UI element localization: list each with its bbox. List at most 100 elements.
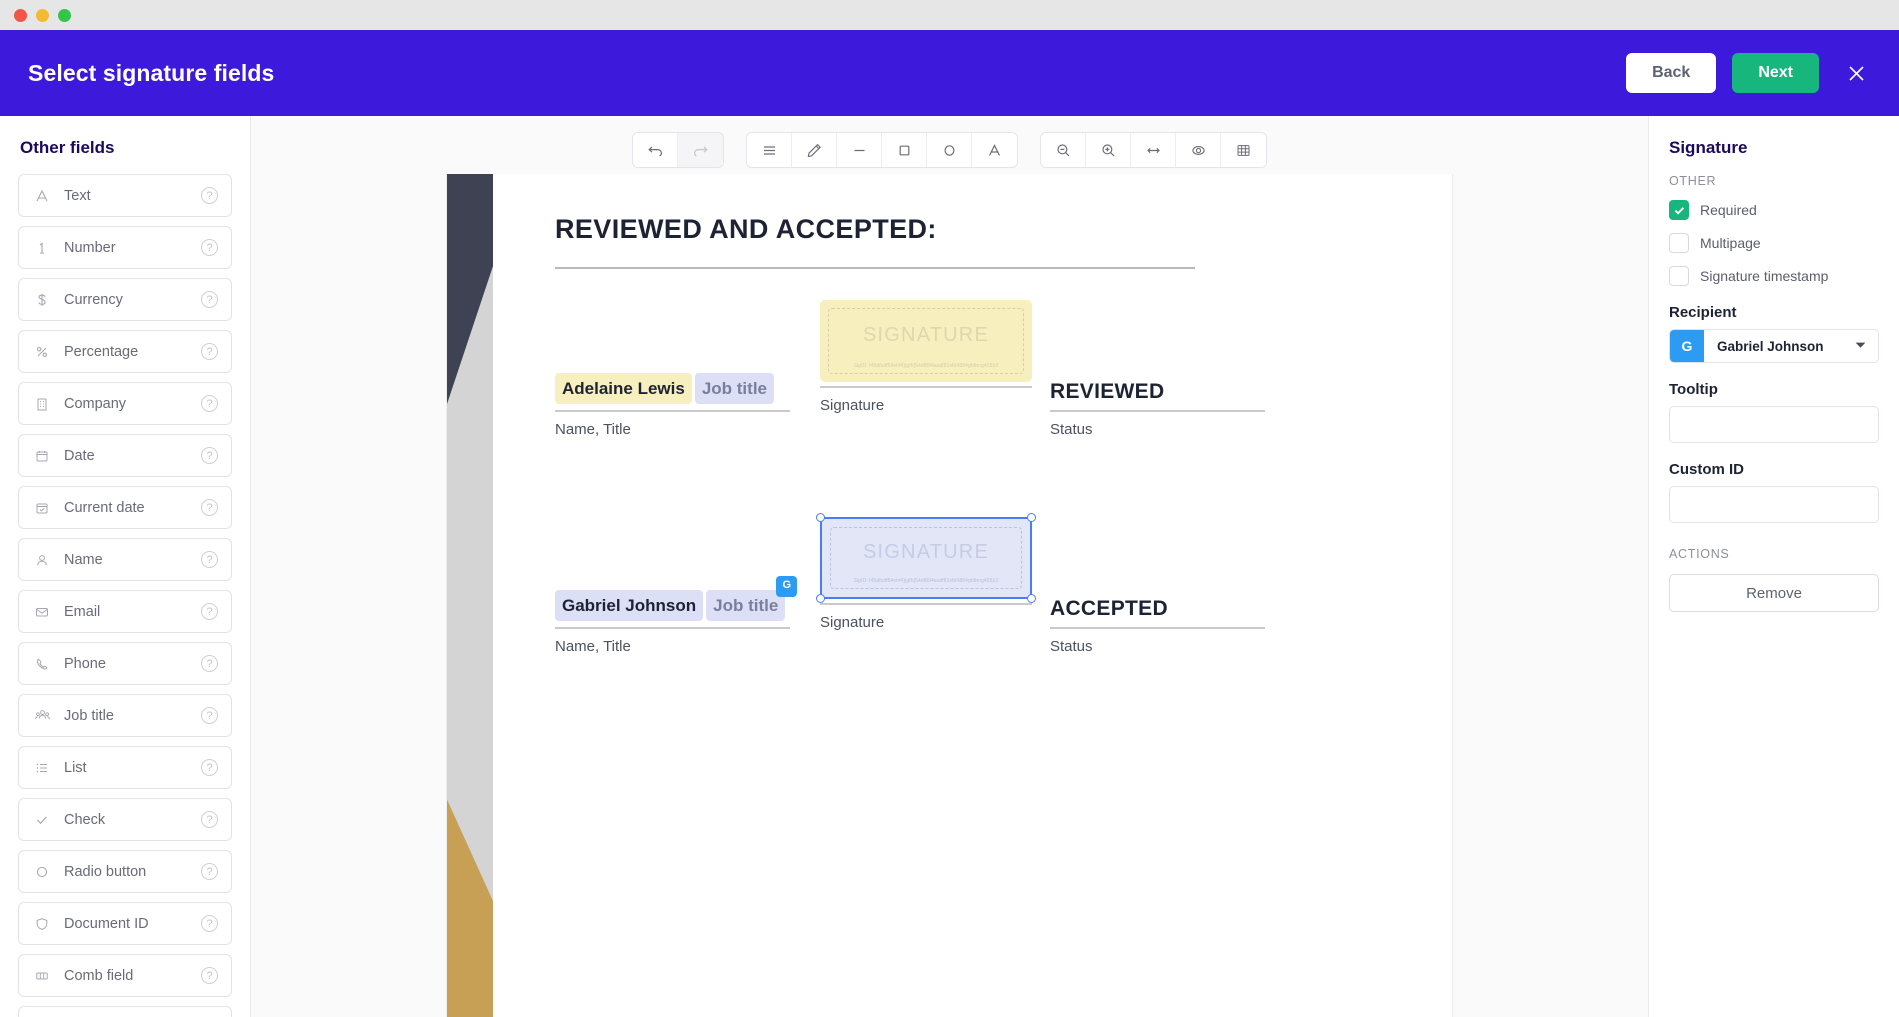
percent-icon (32, 345, 52, 359)
row1-status-value: REVIEWED (1050, 380, 1164, 404)
help-icon[interactable]: ? (201, 655, 218, 672)
multipage-label: Multipage (1700, 235, 1761, 251)
page-title: Select signature fields (28, 60, 274, 87)
sidebar-item-phone[interactable]: Phone ? (18, 642, 232, 685)
signature-timestamp-checkbox[interactable] (1669, 266, 1689, 286)
sidebar-item-number[interactable]: Number ? (18, 226, 232, 269)
building-icon (32, 397, 52, 411)
line-icon[interactable] (837, 133, 882, 167)
circle-icon[interactable] (927, 133, 972, 167)
sidebar-item-label: Text (64, 188, 201, 204)
text-a-icon[interactable] (972, 133, 1017, 167)
window-close-button[interactable] (14, 9, 27, 22)
shield-icon (32, 917, 52, 931)
help-icon[interactable]: ? (201, 447, 218, 464)
tooltip-input[interactable] (1669, 406, 1879, 443)
sidebar-item-text[interactable]: Text ? (18, 174, 232, 217)
required-checkbox-row[interactable]: Required (1669, 200, 1879, 220)
multipage-checkbox-row[interactable]: Multipage (1669, 233, 1879, 253)
redo-icon[interactable] (678, 133, 723, 167)
row1-status-rule (1050, 410, 1265, 412)
help-icon[interactable]: ? (201, 759, 218, 776)
row2-job-title-field[interactable]: Job title G (706, 590, 785, 621)
help-icon[interactable]: ? (201, 915, 218, 932)
sidebar-item-list[interactable]: List ? (18, 746, 232, 789)
required-checkbox[interactable] (1669, 200, 1689, 220)
resize-handle-bottom-left[interactable] (816, 594, 825, 603)
resize-handle-top-left[interactable] (816, 513, 825, 522)
row2-signature-field[interactable]: SIGNATURE SigID: f45dfsdf54vhf4)jgfh[54d… (820, 517, 1032, 599)
row2-job-title-label: Job title (713, 596, 778, 615)
zoom-out-icon[interactable] (1041, 133, 1086, 167)
number-one-icon (32, 241, 52, 255)
window-maximize-button[interactable] (58, 9, 71, 22)
sidebar-item-current-date[interactable]: Current date ? (18, 486, 232, 529)
help-icon[interactable]: ? (201, 239, 218, 256)
row2-recipient-badge: G (776, 576, 797, 597)
eye-icon[interactable] (1176, 133, 1221, 167)
close-icon[interactable] (1841, 58, 1871, 88)
resize-handle-bottom-right[interactable] (1027, 594, 1036, 603)
other-fields-sidebar: Other fields Text ? Number ? Currency ? (0, 116, 251, 1017)
fit-width-icon[interactable] (1131, 133, 1176, 167)
help-icon[interactable]: ? (201, 707, 218, 724)
help-icon[interactable]: ? (201, 395, 218, 412)
sidebar-item-name[interactable]: Name ? (18, 538, 232, 581)
window-minimize-button[interactable] (36, 9, 49, 22)
pencil-icon[interactable] (792, 133, 837, 167)
sidebar-heading: Other fields (20, 138, 232, 158)
zoom-in-icon[interactable] (1086, 133, 1131, 167)
row1-name-field[interactable]: Adelaine Lewis (555, 373, 692, 404)
sidebar-item-label: Email (64, 604, 201, 620)
row1-job-title-field[interactable]: Job title (695, 373, 774, 404)
help-icon[interactable]: ? (201, 187, 218, 204)
remove-button[interactable]: Remove (1669, 574, 1879, 612)
undo-icon[interactable] (633, 133, 678, 167)
row2-name-field[interactable]: Gabriel Johnson (555, 590, 703, 621)
back-button[interactable]: Back (1626, 53, 1716, 93)
custom-id-input[interactable] (1669, 486, 1879, 523)
help-icon[interactable]: ? (201, 499, 218, 516)
window-titlebar (0, 0, 1899, 30)
sidebar-item-job-title[interactable]: Job title ? (18, 694, 232, 737)
next-button[interactable]: Next (1732, 53, 1819, 93)
help-icon[interactable]: ? (201, 603, 218, 620)
sidebar-item-label: Comb field (64, 968, 201, 984)
document-page[interactable]: REVIEWED AND ACCEPTED: Adelaine Lewis Jo… (447, 174, 1452, 1017)
sidebar-item-label: Currency (64, 292, 201, 308)
sidebar-item-date[interactable]: Date ? (18, 434, 232, 477)
editor-toolbar (632, 132, 1267, 168)
sidebar-item-comb-field[interactable]: Comb field ? (18, 954, 232, 997)
row1-signature-label: SIGNATURE (863, 324, 989, 347)
chevron-down-icon[interactable] (1855, 341, 1866, 351)
signature-timestamp-checkbox-row[interactable]: Signature timestamp (1669, 266, 1879, 286)
help-icon[interactable]: ? (201, 811, 218, 828)
help-icon[interactable]: ? (201, 967, 218, 984)
recipient-dropdown[interactable]: G Gabriel Johnson (1669, 329, 1879, 363)
resize-handle-top-right[interactable] (1027, 513, 1036, 522)
sidebar-item-currency[interactable]: Currency ? (18, 278, 232, 321)
help-icon[interactable]: ? (201, 863, 218, 880)
lines-icon[interactable] (747, 133, 792, 167)
sidebar-item-radio-button[interactable]: Radio button ? (18, 850, 232, 893)
help-icon[interactable]: ? (201, 343, 218, 360)
document-scroll-area[interactable]: REVIEWED AND ACCEPTED: Adelaine Lewis Jo… (251, 174, 1648, 1017)
signature-timestamp-label: Signature timestamp (1700, 268, 1828, 284)
multipage-checkbox[interactable] (1669, 233, 1689, 253)
sidebar-item-label: Check (64, 812, 201, 828)
row1-signature-field[interactable]: SIGNATURE SigID: f45dfsdf54vhf4)jgfh[54d… (820, 300, 1032, 382)
sidebar-item-label: Percentage (64, 344, 201, 360)
row1-signature-id: SigID: f45dfsdf54vhf4)jgfh[54df894asdf81… (820, 363, 1032, 369)
phone-icon (32, 657, 52, 671)
grid-icon[interactable] (1221, 133, 1266, 167)
sidebar-item-check[interactable]: Check ? (18, 798, 232, 841)
help-icon[interactable]: ? (201, 551, 218, 568)
sidebar-item-label: Date (64, 448, 201, 464)
square-icon[interactable] (882, 133, 927, 167)
sidebar-item-document-id[interactable]: Document ID ? (18, 902, 232, 945)
sidebar-item-email[interactable]: Email ? (18, 590, 232, 633)
sidebar-item-percentage[interactable]: Percentage ? (18, 330, 232, 373)
help-icon[interactable]: ? (201, 291, 218, 308)
sidebar-item-image[interactable]: Image ? (18, 1006, 232, 1017)
sidebar-item-company[interactable]: Company ? (18, 382, 232, 425)
